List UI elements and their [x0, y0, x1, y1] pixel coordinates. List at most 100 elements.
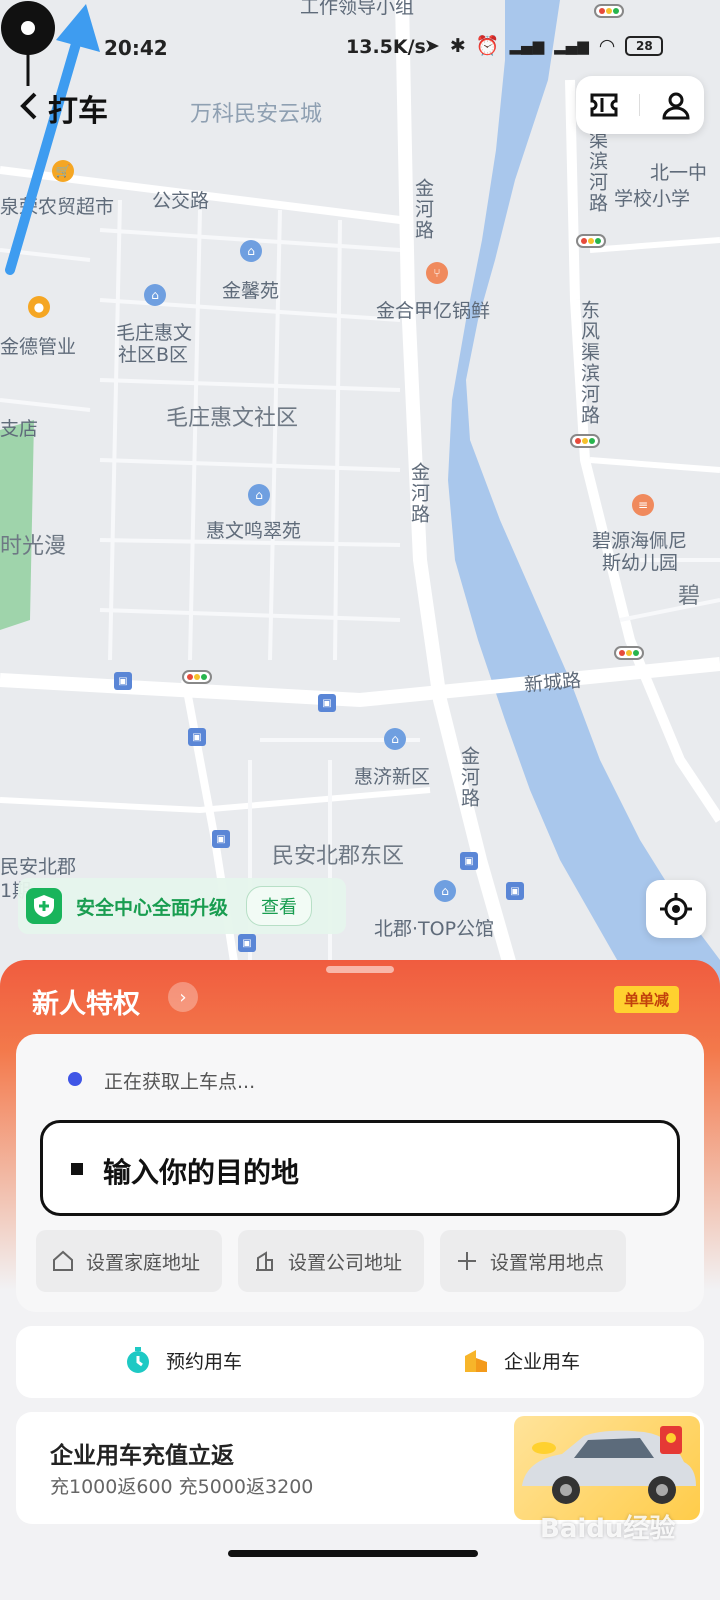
- stopwatch-icon: [127, 1347, 149, 1373]
- map-label: 北一中: [650, 162, 708, 184]
- map-label: 金德管业: [0, 336, 77, 358]
- quick-action-label: 设置公司地址: [288, 1251, 403, 1274]
- locate-button[interactable]: [646, 880, 706, 938]
- alarm-icon: ⏰: [475, 35, 500, 57]
- watermark: Baidu经验: [540, 1514, 676, 1544]
- map-label: 民安北郡: [0, 856, 77, 878]
- signal-hd-icon: ▂▄▆: [509, 36, 545, 55]
- company-icon: ●: [28, 296, 50, 318]
- building-icon: [252, 1248, 278, 1274]
- set-home-button[interactable]: 设置家庭地址: [36, 1230, 222, 1292]
- map-label: 时光漫: [0, 534, 67, 559]
- map-view[interactable]: 万科民安云城 泉荣农贸超市 公交路 金河路 金馨苑 金合甲亿锅鲜 金德管业 毛庄…: [0, 0, 720, 1000]
- status-bar: 20:42 13.5K/s ➤ ✱ ⏰ ▂▄▆ ▂▄▆ ◠ 28: [0, 28, 720, 68]
- map-label: 社区B区: [118, 344, 189, 366]
- quick-action-label: 设置家庭地址: [86, 1251, 201, 1274]
- route-card: 正在获取上车点... 输入你的目的地 设置家庭地址 设置公司地址 设置常用地点: [16, 1034, 704, 1312]
- safety-banner[interactable]: 安全中心全面升级 查看: [18, 878, 346, 934]
- signal-hd-icon: ▂▄▆: [554, 36, 589, 55]
- bus-stop-icon: ▣: [506, 882, 524, 900]
- map-label: 金馨苑: [222, 280, 280, 302]
- traffic-light-icon: [570, 434, 600, 448]
- service-label: 预约用车: [166, 1350, 243, 1373]
- header-actions: [576, 76, 704, 134]
- map-label: 支店: [0, 418, 39, 440]
- bus-stop-icon: ▣: [114, 672, 132, 690]
- home-icon: ⌂: [248, 484, 270, 506]
- map-label: 万科民安云城: [190, 102, 323, 127]
- home-icon: ⌂: [240, 240, 262, 262]
- location-arrow-icon: ➤: [424, 34, 440, 57]
- destination-input[interactable]: 输入你的目的地: [40, 1120, 680, 1216]
- traffic-light-icon: [182, 670, 212, 684]
- destination-placeholder: 输入你的目的地: [103, 1156, 300, 1189]
- home-icon: ⌂: [384, 728, 406, 750]
- battery-icon: 28: [625, 35, 664, 56]
- home-indicator[interactable]: [228, 1550, 478, 1557]
- divider: [639, 94, 641, 116]
- bus-stop-icon: ▣: [212, 830, 230, 848]
- pickup-status[interactable]: 正在获取上车点...: [104, 1067, 255, 1094]
- ad-subtitle: 充1000返600 充5000返3200: [50, 1476, 314, 1498]
- map-label: 民安北郡东区: [272, 844, 405, 869]
- quick-action-label: 设置常用地点: [490, 1251, 605, 1274]
- map-label: 惠文鸣翠苑: [206, 520, 302, 542]
- traffic-light-icon: [614, 646, 644, 660]
- ad-title: 企业用车充值立返: [50, 1443, 234, 1469]
- safety-banner-text: 安全中心全面升级: [76, 896, 229, 919]
- map-label: 工作领导小组: [300, 0, 415, 18]
- page-title: 打车: [48, 94, 108, 129]
- map-label: 渠滨河路: [586, 130, 608, 214]
- map-label: 学校小学: [614, 188, 691, 210]
- back-button[interactable]: [14, 88, 44, 124]
- map-label: 毛庄惠文社区: [166, 406, 299, 431]
- bus-stop-icon: ▣: [238, 934, 256, 952]
- service-label: 企业用车: [504, 1350, 581, 1373]
- chevron-right-icon[interactable]: ›: [168, 982, 198, 1012]
- map-label: 金河路: [412, 178, 434, 241]
- services-card: 预约用车 企业用车: [16, 1326, 704, 1398]
- car-illustration: [514, 1416, 700, 1520]
- map-label: 金合甲亿锅鲜: [376, 300, 491, 322]
- map-label: 斯幼儿园: [602, 552, 679, 574]
- traffic-light-icon: [576, 234, 606, 248]
- person-icon: [662, 92, 690, 120]
- map-label: 金河路: [458, 746, 480, 809]
- map-label: 金河路: [408, 462, 430, 525]
- set-company-button[interactable]: 设置公司地址: [238, 1230, 424, 1292]
- sheet-drag-handle[interactable]: [326, 966, 394, 973]
- restaurant-icon: ⑂: [426, 262, 448, 284]
- school-icon: ≡: [632, 494, 654, 516]
- enterprise-ride-button[interactable]: 企业用车: [462, 1346, 580, 1374]
- network-speed: 13.5K/s: [346, 36, 426, 58]
- traffic-light-icon: [594, 4, 624, 18]
- bluetooth-icon: ✱: [449, 34, 466, 57]
- promo-title[interactable]: 新人特权: [32, 982, 140, 1021]
- reserve-ride-button[interactable]: 预约用车: [124, 1346, 242, 1374]
- crosshair-icon: [660, 893, 692, 925]
- bottom-sheet: 新人特权 › 单单减 正在获取上车点... 输入你的目的地 设置家庭地址 设置公…: [0, 960, 720, 1600]
- map-label: 公交路: [152, 190, 210, 212]
- destination-square-icon: [71, 1163, 83, 1175]
- map-label: 北郡·TOP公馆: [374, 918, 495, 940]
- home-icon: [50, 1248, 76, 1274]
- map-label: 东风渠滨河路: [578, 300, 600, 426]
- pickup-dot-icon: [68, 1072, 82, 1086]
- map-label: 新城路: [523, 669, 582, 697]
- enterprise-icon: [465, 1350, 487, 1372]
- coupon-button[interactable]: [584, 85, 624, 125]
- ticket-icon: [590, 93, 618, 117]
- chevron-left-icon: [20, 92, 37, 120]
- shield-icon: [26, 888, 62, 924]
- map-label: 惠济新区: [354, 766, 431, 788]
- plus-icon: [454, 1248, 480, 1274]
- profile-button[interactable]: [656, 85, 696, 125]
- set-favorite-button[interactable]: 设置常用地点: [440, 1230, 626, 1292]
- safety-view-button[interactable]: 查看: [246, 886, 313, 926]
- wifi-icon: ◠: [598, 34, 616, 57]
- home-icon: ⌂: [434, 880, 456, 902]
- map-label: 碧: [678, 584, 701, 609]
- bus-stop-icon: ▣: [188, 728, 206, 746]
- promo-badge: 单单减: [614, 986, 680, 1013]
- bus-stop-icon: ▣: [318, 694, 336, 712]
